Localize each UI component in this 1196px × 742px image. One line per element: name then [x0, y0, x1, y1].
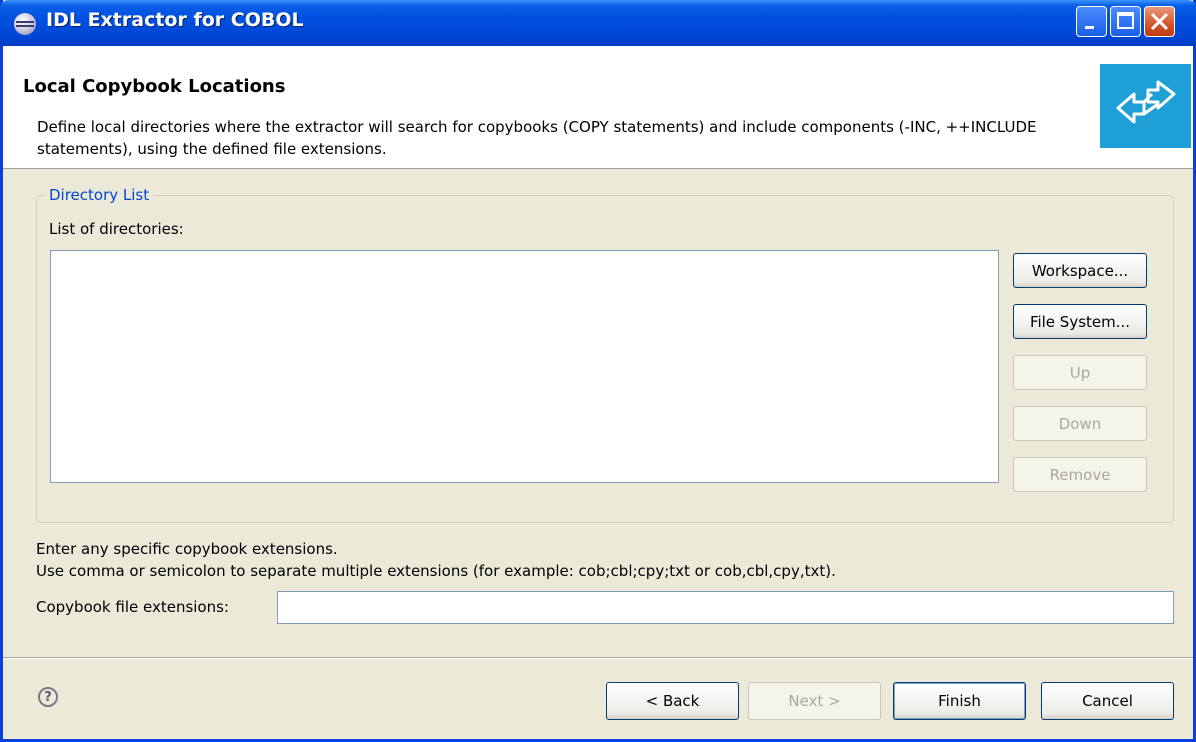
extensions-note-line1: Enter any specific copybook extensions.	[36, 540, 338, 558]
eclipse-icon	[14, 13, 36, 35]
finish-button[interactable]: Finish	[893, 682, 1026, 720]
directory-list-legend: Directory List	[45, 186, 154, 204]
back-button[interactable]: < Back	[606, 682, 739, 720]
title-bar[interactable]: IDL Extractor for COBOL	[0, 0, 1196, 46]
down-button[interactable]: Down	[1013, 406, 1147, 441]
window-title: IDL Extractor for COBOL	[46, 9, 304, 31]
page-title: Local Copybook Locations	[23, 76, 286, 97]
close-icon	[1145, 7, 1174, 36]
footer-separator	[3, 657, 1193, 659]
directories-listbox[interactable]	[50, 250, 999, 483]
extensions-input[interactable]	[277, 591, 1174, 624]
extensions-label: Copybook file extensions:	[36, 598, 229, 616]
import-arrows-icon	[1116, 80, 1176, 124]
wizard-window: IDL Extractor for COBOL Local Copybook L…	[0, 0, 1196, 742]
maximize-button[interactable]	[1110, 6, 1141, 37]
help-icon[interactable]: ?	[38, 687, 58, 707]
wizard-header: Local Copybook Locations Define local di…	[3, 46, 1193, 169]
minimize-button[interactable]	[1076, 6, 1107, 37]
workspace-button[interactable]: Workspace...	[1013, 253, 1147, 288]
file-system-button[interactable]: File System...	[1013, 304, 1147, 339]
extensions-note-line2: Use comma or semicolon to separate multi…	[36, 562, 836, 580]
up-button[interactable]: Up	[1013, 355, 1147, 390]
remove-button[interactable]: Remove	[1013, 457, 1147, 492]
minimize-icon	[1085, 26, 1094, 29]
next-button[interactable]: Next >	[748, 682, 881, 720]
wizard-banner	[1100, 64, 1191, 148]
close-button[interactable]	[1144, 6, 1175, 37]
maximize-icon	[1117, 12, 1134, 29]
directories-label: List of directories:	[49, 220, 184, 238]
page-description: Define local directories where the extra…	[37, 118, 1037, 158]
cancel-button[interactable]: Cancel	[1041, 682, 1174, 720]
